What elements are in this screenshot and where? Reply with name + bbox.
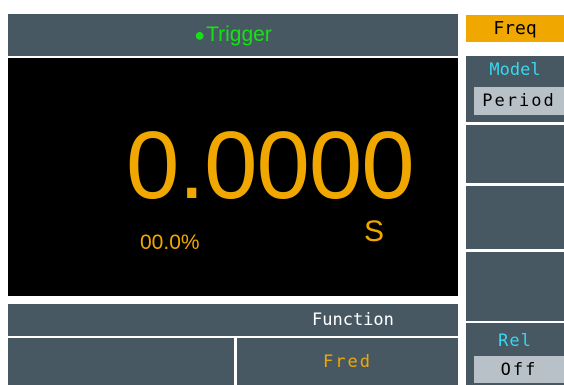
measurement-display: 0.0000 00.0% S [8,58,458,296]
function-label: Function [312,310,394,330]
model-value: Period [474,87,564,115]
trigger-title: Trigger [206,23,272,46]
softkey-2-label: Fred [323,351,372,372]
softkey-1[interactable] [8,338,234,385]
rel-value: Off [474,356,564,383]
softkey-fred[interactable]: Fred [237,338,458,385]
trigger-header: ● Trigger [8,14,458,56]
menu-button-empty-3[interactable] [466,252,564,321]
model-label: Model [489,60,541,80]
measurement-unit: S [364,215,385,248]
model-menu-button[interactable]: Model Period [466,56,564,122]
measurement-value: 0.0000 [126,112,415,219]
menu-title-label: Freq [493,18,537,39]
duty-percent: 00.0% [140,231,200,254]
status-dot-icon: ● [194,24,206,45]
menu-title: Freq [466,15,564,42]
rel-label: Rel [498,331,532,351]
function-bar: Function [8,304,458,336]
menu-button-empty-2[interactable] [466,186,564,249]
rel-menu-button[interactable]: Rel Off [466,323,564,385]
menu-button-empty-1[interactable] [466,125,564,183]
instrument-screen: ● Trigger 0.0000 00.0% S Function Fred F… [0,0,564,385]
